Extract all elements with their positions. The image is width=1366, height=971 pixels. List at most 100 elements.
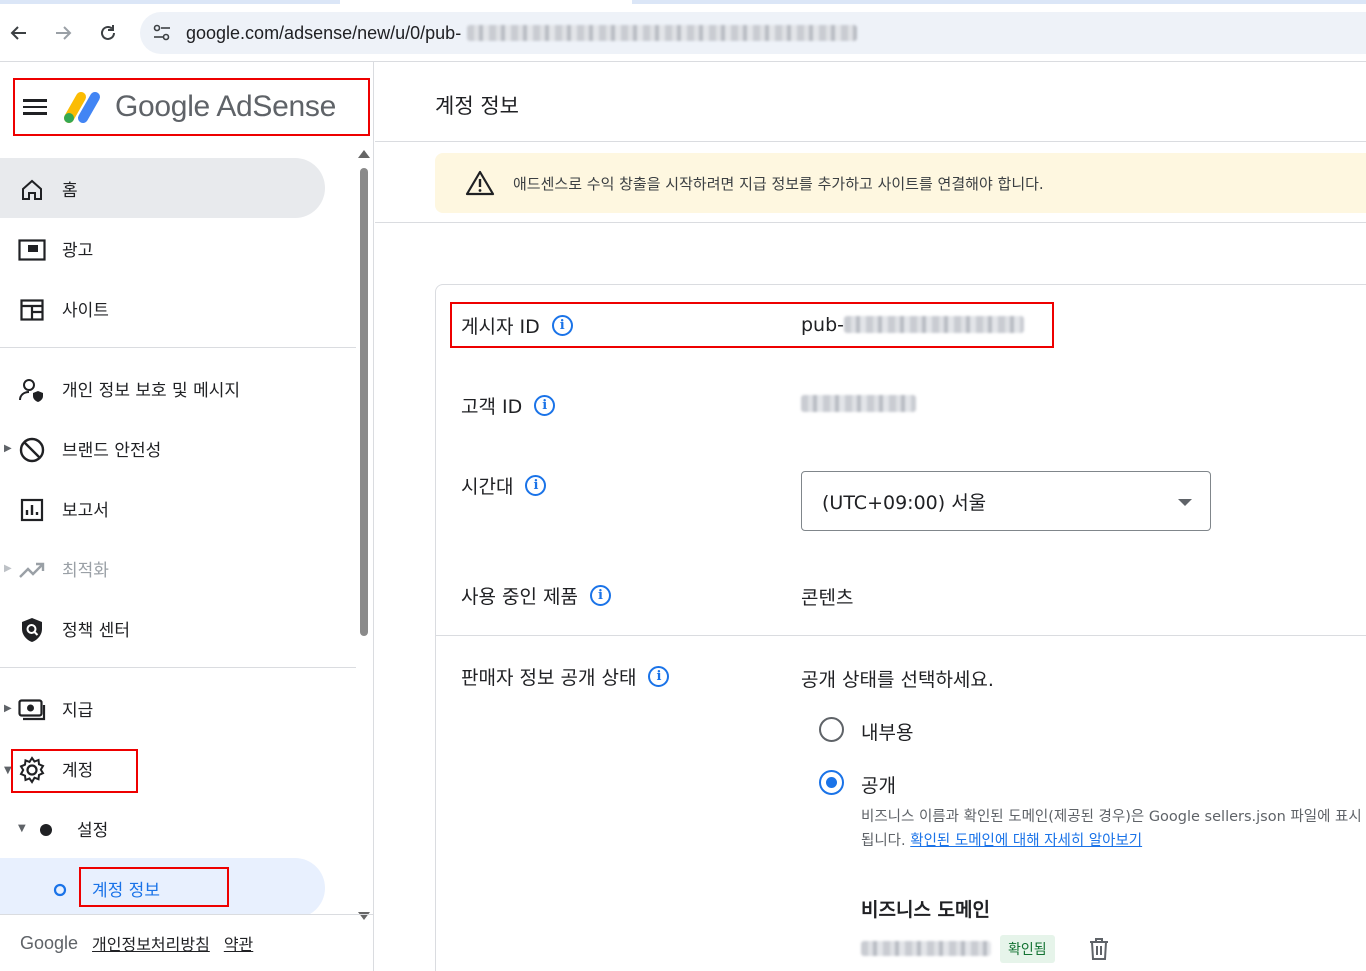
business-domain-title: 비즈니스 도메인 — [861, 899, 990, 921]
circle-icon — [46, 876, 74, 904]
sidebar-item-label: 광고 — [62, 240, 94, 261]
dot-icon — [32, 816, 60, 844]
sidebar-nav: 홈 광고 사이트 개인 정보 보호 및 메시지 ▶ 브랜드 안전성 보고서 ▶ … — [0, 156, 357, 914]
timezone-label: 시간대 i — [461, 472, 547, 499]
brand-header: Google AdSense — [13, 78, 370, 136]
brand-name: Google AdSense — [115, 90, 336, 123]
sidebar-item-label: 사이트 — [62, 300, 109, 321]
sidebar-item-label: 보고서 — [62, 500, 109, 521]
redacted-customer-id — [801, 395, 916, 412]
privacy-policy-link[interactable]: 개인정보처리방침 — [92, 931, 210, 955]
reload-icon[interactable] — [93, 18, 123, 48]
timezone-select[interactable]: (UTC+09:00) 서울 — [801, 471, 1211, 531]
alert-banner: 애드센스로 수익 창출을 시작하려면 지급 정보를 추가하고 사이트를 연결해야… — [435, 153, 1366, 213]
privacy-icon — [18, 376, 46, 404]
row-label-text: 사용 중인 제품 — [461, 586, 578, 608]
seller-info-prompt: 공개 상태를 선택하세요. — [801, 669, 994, 691]
info-icon[interactable]: i — [525, 475, 547, 496]
sidebar-item-brand-safety[interactable]: ▶ 브랜드 안전성 — [0, 418, 325, 478]
highlight-box — [79, 867, 229, 907]
browser-tab[interactable] — [632, 0, 1366, 4]
scroll-up-icon[interactable] — [358, 150, 370, 158]
row-label-text: 판매자 정보 공개 상태 — [461, 667, 637, 689]
browser-tab[interactable] — [0, 0, 340, 4]
sites-icon — [18, 296, 46, 324]
products-label: 사용 중인 제품 i — [461, 582, 611, 609]
seller-info-help: 비즈니스 이름과 확인된 도메인(제공된 경우)은 Google sellers… — [861, 805, 1366, 853]
payments-icon — [18, 696, 46, 724]
home-icon — [18, 176, 46, 204]
account-info-card: 게시자 ID i pub- 고객 ID i 시간대 i (UTC+09:00) … — [435, 284, 1366, 971]
back-icon[interactable] — [4, 18, 34, 48]
seller-info-label: 판매자 정보 공개 상태 i — [461, 663, 670, 690]
site-settings-icon[interactable] — [152, 24, 172, 46]
expand-caret-icon[interactable]: ▶ — [4, 703, 12, 714]
radio-internal-label[interactable]: 내부용 — [861, 718, 913, 745]
section-divider — [375, 222, 1366, 223]
sidebar-item-label: 최적화 — [62, 560, 109, 581]
expand-caret-icon[interactable]: ▶ — [4, 563, 12, 574]
sidebar-item-label: 개인 정보 보호 및 메시지 — [62, 380, 241, 401]
scroll-thumb[interactable] — [360, 168, 368, 636]
timezone-selected-value: (UTC+09:00) 서울 — [822, 491, 987, 514]
expand-caret-icon[interactable]: ▶ — [4, 443, 12, 454]
page-header: 계정 정보 — [375, 62, 1366, 142]
sidebar-item-label: 정책 센터 — [62, 620, 130, 641]
row-label-text: 게시자 ID — [461, 316, 540, 338]
sidebar-footer: Google 개인정보처리방침 약관 — [0, 914, 374, 971]
radio-public[interactable] — [819, 770, 844, 795]
sidebar-item-home[interactable]: 홈 — [0, 158, 325, 218]
ads-icon — [18, 236, 46, 264]
radio-internal[interactable] — [819, 717, 844, 742]
sidebar-item-label: 설정 — [77, 820, 109, 841]
learn-more-link[interactable]: 확인된 도메인에 대해 자세히 알아보기 — [910, 833, 1142, 849]
sidebar-item-policy-center[interactable]: 정책 센터 — [0, 598, 325, 658]
radio-public-label[interactable]: 공개 — [861, 771, 896, 798]
nav-divider — [0, 667, 356, 668]
sidebar-item-reports[interactable]: 보고서 — [0, 478, 325, 538]
trending-icon — [18, 556, 46, 584]
trash-icon[interactable] — [1088, 937, 1110, 965]
verified-badge: 확인됨 — [1000, 935, 1055, 963]
terms-link[interactable]: 약관 — [224, 931, 253, 955]
sidebar-item-label: 지급 — [62, 700, 94, 721]
publisher-id-value: pub- — [801, 314, 1025, 336]
menu-icon[interactable] — [23, 95, 47, 119]
info-icon[interactable]: i — [648, 666, 670, 687]
sidebar: Google AdSense 홈 광고 사이트 개인 정보 보호 및 메시지 ▶… — [0, 62, 374, 971]
dropdown-arrow-icon — [1178, 499, 1192, 506]
redacted-domain — [861, 941, 991, 956]
redacted-publisher-id — [844, 316, 1025, 333]
highlight-box — [11, 749, 138, 793]
card-divider — [436, 635, 1366, 636]
customer-id-value — [801, 395, 916, 417]
nav-divider — [0, 347, 356, 348]
sidebar-item-payments[interactable]: ▶ 지급 — [0, 678, 325, 738]
alert-text: 애드센스로 수익 창출을 시작하려면 지급 정보를 추가하고 사이트를 연결해야… — [513, 174, 1044, 193]
customer-id-label: 고객 ID i — [461, 392, 556, 419]
sidebar-item-ads[interactable]: 광고 — [0, 218, 325, 278]
info-icon[interactable]: i — [589, 585, 611, 606]
reports-icon — [18, 496, 46, 524]
info-icon[interactable]: i — [551, 315, 573, 336]
sidebar-item-optimization[interactable]: ▶ 최적화 — [0, 538, 325, 598]
sidebar-item-settings[interactable]: ▼ 설정 — [0, 798, 325, 858]
warning-icon — [465, 170, 495, 196]
google-logo: Google — [20, 932, 79, 953]
publisher-id-prefix: pub- — [801, 314, 845, 336]
collapse-caret-icon[interactable]: ▼ — [18, 823, 26, 834]
page-title: 계정 정보 — [435, 94, 519, 118]
block-icon — [18, 436, 46, 464]
publisher-id-label: 게시자 ID i — [461, 312, 573, 339]
address-bar[interactable]: google.com/adsense/new/u/0/pub- — [140, 12, 1366, 54]
adsense-logo-icon — [61, 87, 103, 127]
sidebar-item-label: 홈 — [62, 180, 78, 201]
sidebar-item-label: 브랜드 안전성 — [62, 440, 162, 461]
sidebar-item-sites[interactable]: 사이트 — [0, 278, 325, 338]
forward-icon[interactable] — [48, 18, 78, 48]
products-value: 콘텐츠 — [801, 587, 854, 609]
sidebar-scrollbar[interactable] — [357, 150, 371, 920]
info-icon[interactable]: i — [534, 395, 556, 416]
sidebar-item-privacy-messages[interactable]: 개인 정보 보호 및 메시지 — [0, 358, 325, 418]
url-text: google.com/adsense/new/u/0/pub- — [186, 22, 462, 43]
